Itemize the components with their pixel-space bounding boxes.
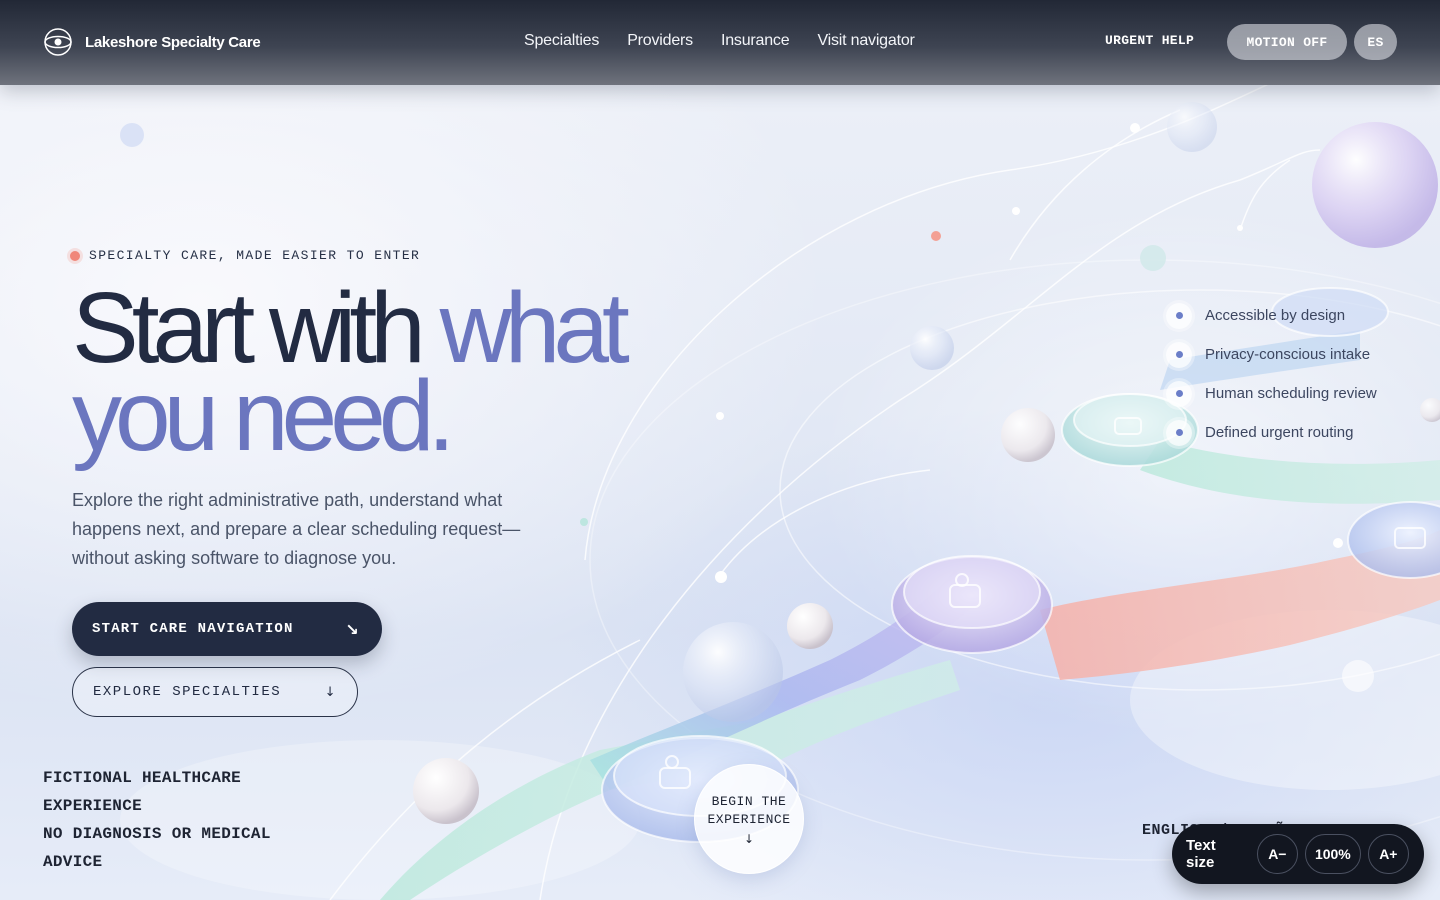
bullet-dot-icon <box>1166 380 1192 407</box>
hero-headline: Start with what you need. <box>72 278 630 466</box>
arrow-down-right-icon: ↘ <box>345 619 360 639</box>
brand-name: Lakeshore Specialty Care <box>85 33 261 51</box>
urgent-help-link[interactable]: URGENT HELP <box>1105 33 1194 48</box>
brand-logo-link[interactable]: Lakeshore Specialty Care <box>42 26 261 58</box>
disclaimer-line: EXPERIENCE <box>43 797 143 815</box>
begin-experience-button[interactable]: BEGIN THE EXPERIENCE ↓ <box>694 764 804 874</box>
feature-label: Defined urgent routing <box>1205 424 1354 441</box>
motion-toggle-button[interactable]: MOTION OFF <box>1227 24 1347 60</box>
feature-list: Accessible by design Privacy-conscious i… <box>1166 296 1377 452</box>
start-care-navigation-label: START CARE NAVIGATION <box>92 621 294 637</box>
nav-insurance[interactable]: Insurance <box>721 32 790 50</box>
bullet-dot-icon <box>1166 419 1192 446</box>
nav-specialties[interactable]: Specialties <box>524 32 599 50</box>
text-size-label: Text size <box>1186 837 1216 871</box>
nav-visit-navigator[interactable]: Visit navigator <box>817 32 914 50</box>
eyebrow-dot-icon <box>70 250 80 261</box>
disclaimer-line: NO DIAGNOSIS OR MEDICAL <box>43 825 271 843</box>
fictional-disclaimer: FICTIONAL HEALTHCARE EXPERIENCE NO DIAGN… <box>43 764 271 876</box>
bullet-dot-icon <box>1166 302 1192 329</box>
feature-label: Privacy-conscious intake <box>1205 346 1371 363</box>
explore-specialties-button[interactable]: EXPLORE SPECIALTIES ↓ <box>72 667 358 717</box>
explore-specialties-label: EXPLORE SPECIALTIES <box>93 684 282 700</box>
text-size-reset-button[interactable]: 100% <box>1305 834 1361 874</box>
bullet-dot-icon <box>1166 341 1192 368</box>
hero-eyebrow: SPECIALTY CARE, MADE EASIER TO ENTER <box>70 248 420 263</box>
disclaimer-line: ADVICE <box>43 853 103 871</box>
feature-label: Accessible by design <box>1205 307 1346 324</box>
orbit-logo-icon <box>44 28 72 56</box>
disclaimer-line: FICTIONAL HEALTHCARE <box>43 769 242 787</box>
list-item: Human scheduling review <box>1166 374 1377 413</box>
main-nav: Specialties Providers Insurance Visit na… <box>524 32 915 50</box>
text-size-control: Text size A− 100% A+ <box>1172 824 1424 884</box>
headline-accent-2: you need. <box>72 360 455 472</box>
start-care-navigation-button[interactable]: START CARE NAVIGATION ↘ <box>72 602 382 656</box>
begin-experience-label: BEGIN THE EXPERIENCE <box>707 793 791 827</box>
arrow-down-icon: ↓ <box>743 831 755 846</box>
text-size-increase-button[interactable]: A+ <box>1367 834 1409 874</box>
hero-lede: Explore the right administrative path, u… <box>72 490 521 568</box>
list-item: Privacy-conscious intake <box>1166 335 1377 374</box>
list-item: Defined urgent routing <box>1166 413 1377 452</box>
language-toggle-button[interactable]: ES <box>1354 24 1397 60</box>
list-item: Accessible by design <box>1166 296 1377 335</box>
nav-providers[interactable]: Providers <box>627 32 693 50</box>
feature-label: Human scheduling review <box>1205 385 1377 402</box>
arrow-down-icon: ↓ <box>324 684 337 700</box>
eyebrow-text: SPECIALTY CARE, MADE EASIER TO ENTER <box>89 248 421 263</box>
headline-accent-1: what <box>439 272 630 384</box>
text-size-decrease-button[interactable]: A− <box>1256 834 1298 874</box>
site-header: Lakeshore Specialty Care Specialties Pro… <box>0 0 1440 85</box>
